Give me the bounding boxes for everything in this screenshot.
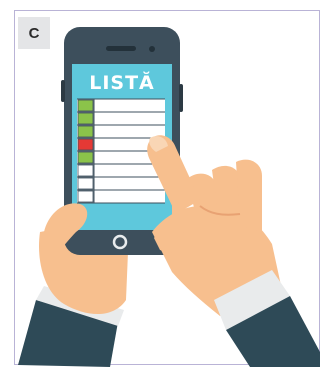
hand-holding-phone-illustration: LISTĂ xyxy=(18,27,320,367)
right-finger-3 xyxy=(236,159,262,232)
checklist-status-box xyxy=(77,125,94,138)
phone-camera xyxy=(149,46,155,52)
phone-speaker xyxy=(106,46,136,51)
checklist-status-box xyxy=(77,164,94,177)
phone-side-button-right xyxy=(179,84,183,112)
phone-side-button-left xyxy=(61,80,65,102)
checklist-status-box xyxy=(77,151,94,164)
checklist-status-box xyxy=(77,190,94,203)
screen-title: LISTĂ xyxy=(89,70,155,94)
checklist-status-box xyxy=(77,138,94,151)
checklist-status-box xyxy=(77,177,94,190)
checklist-status-box xyxy=(77,99,94,112)
checklist-status-box xyxy=(77,112,94,125)
